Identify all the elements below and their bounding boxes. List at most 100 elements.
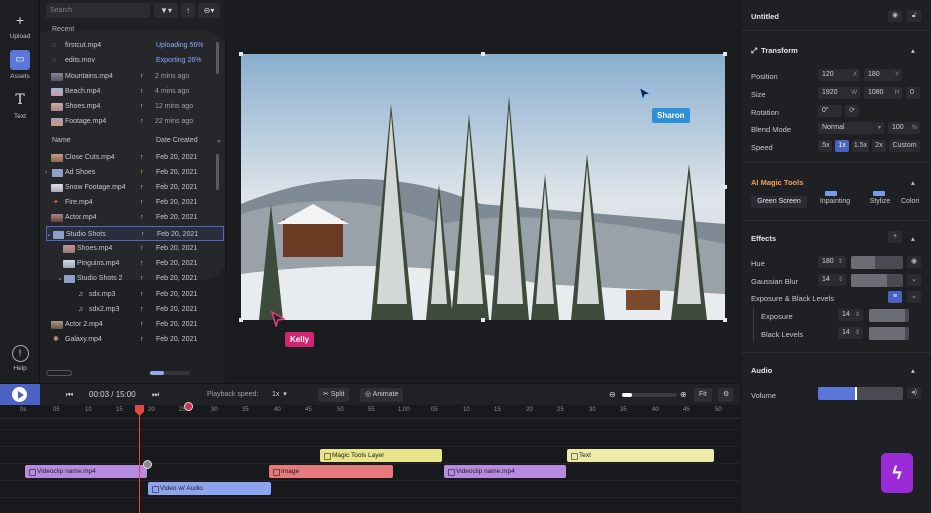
clip-video-2[interactable]: Videoclip name.mp4 <box>444 465 566 478</box>
video-preview[interactable] <box>241 54 725 320</box>
list-item[interactable]: Footage.mp4 ↑ 22 mins ago <box>46 114 224 129</box>
position-y-field[interactable]: 180 Y <box>864 69 902 81</box>
chevron-down-icon[interactable]: ⌄ <box>216 134 222 147</box>
split-button[interactable]: ✂ Split <box>318 388 350 402</box>
speed-05x[interactable]: .5x <box>818 140 832 152</box>
zoom-out-icon[interactable]: ⊖ <box>609 384 616 406</box>
opacity-field[interactable]: 100% <box>888 122 920 134</box>
table-row[interactable]: Actor.mp4 ↑ Feb 20, 2021 <box>46 210 224 225</box>
zoom-slider[interactable] <box>622 393 677 397</box>
recent-scrollbar[interactable] <box>216 42 219 74</box>
sort-button[interactable]: ↑ <box>181 3 195 18</box>
assets-button[interactable]: ▭ Assets <box>0 50 40 80</box>
exposure-field[interactable]: 14 ⇕ <box>838 309 863 321</box>
play-button[interactable] <box>0 384 40 406</box>
table-row[interactable]: ✦ Fire.mp4 ↑ Feb 20, 2021 <box>46 195 224 210</box>
list-item[interactable]: ◌ firstcut.mp4 Uploading 56% <box>46 38 224 53</box>
zoom-in-icon[interactable]: ⊕ <box>680 384 687 406</box>
exposure-settings-button[interactable]: ≡ <box>888 291 902 303</box>
width-field[interactable]: 1920 W <box>818 87 860 99</box>
list-item[interactable]: Mountains.mp4 ↑ 2 mins ago <box>46 69 224 84</box>
resize-handle[interactable] <box>481 52 485 56</box>
clip-video-1[interactable]: Videoclip name.mp4 <box>25 465 147 478</box>
green-screen-tool[interactable]: Green Screen <box>751 196 807 208</box>
collapse-toggle[interactable] <box>46 370 72 376</box>
rotate-button[interactable]: ⟳ <box>845 105 859 117</box>
blur-slider[interactable] <box>851 274 903 287</box>
table-row[interactable]: ✺ Galaxy.mp4 ↑ Feb 20, 2021 <box>46 332 224 347</box>
clip-text[interactable]: Text <box>567 449 714 462</box>
table-row[interactable]: Snow Footage.mp4 ↑ Feb 20, 2021 <box>46 180 224 195</box>
clip-magic-tools[interactable]: Magic Tools Layer <box>320 449 442 462</box>
resize-handle[interactable] <box>723 318 727 322</box>
table-row[interactable]: ⌄ Studio Shots 2 ↑ Feb 20, 2021 <box>46 271 224 286</box>
collapse-icon[interactable]: ▴ <box>911 366 915 375</box>
blur-field[interactable]: 14 ⇕ <box>818 274 846 286</box>
speed-15x[interactable]: 1.5x <box>852 140 869 152</box>
fit-button[interactable]: Fit <box>694 388 712 402</box>
playback-speed-select[interactable]: 1x ▾ <box>272 384 287 406</box>
col-name[interactable]: Name <box>52 134 71 147</box>
lock-button[interactable]: 🔓︎ <box>907 10 921 22</box>
filter-button[interactable]: ▼▾ <box>154 3 178 18</box>
add-effect-button[interactable]: + <box>888 231 902 243</box>
hue-visibility-button[interactable]: ◉ <box>907 256 921 268</box>
collapse-icon[interactable]: ▴ <box>911 234 915 243</box>
table-row[interactable]: Pinguins.mp4 ↑ Feb 20, 2021 <box>46 256 224 271</box>
mute-button[interactable]: ◂) <box>907 387 921 399</box>
help-button[interactable]: ! Help <box>0 345 40 372</box>
black-levels-field[interactable]: 14 ⇕ <box>838 327 863 339</box>
project-title[interactable]: Untitled <box>751 12 779 21</box>
chevron-down-icon[interactable]: ⌄ <box>46 227 52 242</box>
blur-expand-button[interactable]: ⌄ <box>907 274 921 286</box>
table-row-selected[interactable]: ⌄ Studio Shots ↑ Feb 20, 2021 <box>46 226 224 241</box>
table-row[interactable]: › Ad Shoes ↑ Feb 20, 2021 <box>45 165 224 180</box>
clip-video-audio[interactable]: Video w/ Audio <box>148 482 271 495</box>
resize-handle[interactable] <box>239 318 243 322</box>
rotation-field[interactable]: 0° <box>818 105 842 117</box>
chevron-right-icon[interactable]: › <box>45 165 47 180</box>
horizontal-scrollbar[interactable] <box>150 371 190 375</box>
zoom-slider-thumb[interactable] <box>622 393 632 397</box>
clip-image[interactable]: Image <box>269 465 393 478</box>
black-levels-slider[interactable] <box>869 327 909 340</box>
text-button[interactable]: T Text <box>0 90 40 120</box>
time-ruler[interactable]: 0s 05 10 15 20 25 30 35 40 45 50 55 1:00… <box>0 405 740 419</box>
animate-button[interactable]: ◎ Animate <box>360 388 404 402</box>
colorize-tool[interactable]: Colori <box>901 196 931 208</box>
collapse-icon[interactable]: ▴ <box>911 46 915 55</box>
depth-field[interactable]: 0 <box>906 87 920 99</box>
position-x-field[interactable]: 120 X <box>818 69 860 81</box>
volume-slider[interactable] <box>818 387 903 400</box>
playhead-line[interactable] <box>139 405 140 513</box>
list-item[interactable]: Beach.mp4 ↑ 4 mins ago <box>46 84 224 99</box>
table-row[interactable]: ♫ sdx2.mp3 ↑ Feb 20, 2021 <box>46 302 224 317</box>
list-item[interactable]: ◌ edits.mov Exporting 26% <box>46 53 224 68</box>
table-row[interactable]: Shoes.mp4 ↑ Feb 20, 2021 <box>46 241 224 256</box>
chevron-down-icon[interactable]: ⌄ <box>57 271 63 286</box>
scroll-thumb[interactable] <box>150 371 164 375</box>
blend-mode-select[interactable]: Normal ▾ <box>818 122 884 134</box>
files-scrollbar[interactable] <box>216 154 219 190</box>
speed-1x[interactable]: 1x <box>835 140 849 152</box>
resize-handle[interactable] <box>723 52 727 56</box>
resize-handle[interactable] <box>723 185 727 189</box>
skip-forward-icon[interactable]: ⏭︎ <box>152 384 159 406</box>
visibility-button[interactable]: ◉ <box>888 10 902 22</box>
speed-custom[interactable]: Custom <box>889 140 920 152</box>
resize-handle[interactable] <box>239 52 243 56</box>
resize-handle[interactable] <box>481 318 485 322</box>
height-field[interactable]: 1080 H <box>864 87 902 99</box>
col-date[interactable]: Date Created <box>156 134 198 147</box>
volume-handle[interactable] <box>855 387 857 400</box>
hue-field[interactable]: 180 ⇕ <box>818 256 846 268</box>
collapse-icon[interactable]: ▴ <box>911 178 915 187</box>
speed-2x[interactable]: 2x <box>872 140 886 152</box>
inpainting-tool[interactable]: Inpainting <box>810 191 860 208</box>
exposure-collapse-button[interactable]: ⌄ <box>907 291 921 303</box>
more-button[interactable]: ⊖▾ <box>198 3 220 18</box>
list-item[interactable]: Shoes.mp4 ↑ 12 mins ago <box>46 99 224 114</box>
skip-back-icon[interactable]: ⏮︎ <box>66 384 73 406</box>
upload-button[interactable]: + Upload <box>0 10 40 40</box>
stylize-tool[interactable]: Stylize <box>863 191 897 208</box>
